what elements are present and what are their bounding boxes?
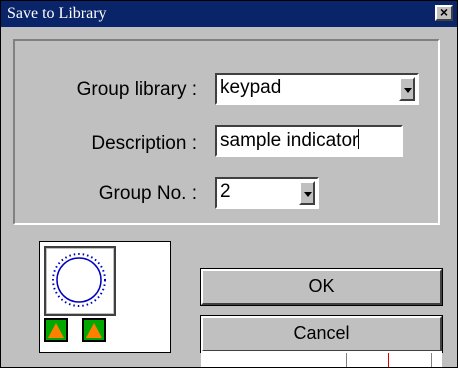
group-library-label: Group library : <box>76 79 197 100</box>
title-bar[interactable]: Save to Library × <box>1 1 457 27</box>
scale-tick <box>346 353 347 367</box>
scale-tick-marker <box>388 353 389 367</box>
group-no-value: 2 <box>220 181 231 202</box>
scale-tick <box>431 353 432 367</box>
description-field[interactable]: sample indicator <box>215 125 403 157</box>
dialog-title: Save to Library <box>7 5 107 22</box>
up-arrow-icon[interactable] <box>44 318 68 342</box>
chevron-down-icon[interactable] <box>399 77 415 101</box>
text-cursor <box>358 129 360 149</box>
preview-box <box>39 241 171 353</box>
group-no-label: Group No. : <box>98 183 197 204</box>
description-value: sample indicator <box>220 130 359 151</box>
close-button[interactable]: × <box>435 5 453 21</box>
group-library-dropdown[interactable]: keypad <box>215 73 419 105</box>
cancel-button[interactable]: Cancel <box>200 315 443 353</box>
up-arrow-icon[interactable] <box>82 318 106 342</box>
description-label: Description : <box>91 133 197 154</box>
group-no-dropdown[interactable]: 2 <box>215 177 319 209</box>
scale-strip <box>201 351 442 367</box>
save-to-library-dialog: Save to Library × Group library : keypad… <box>0 0 458 368</box>
close-icon: × <box>439 4 449 20</box>
circular-gauge-icon[interactable] <box>44 246 116 316</box>
group-library-value: keypad <box>220 77 282 98</box>
form-panel: Group library : keypad Description : sam… <box>13 39 440 225</box>
chevron-down-icon[interactable] <box>299 181 315 205</box>
ok-button[interactable]: OK <box>200 268 443 306</box>
